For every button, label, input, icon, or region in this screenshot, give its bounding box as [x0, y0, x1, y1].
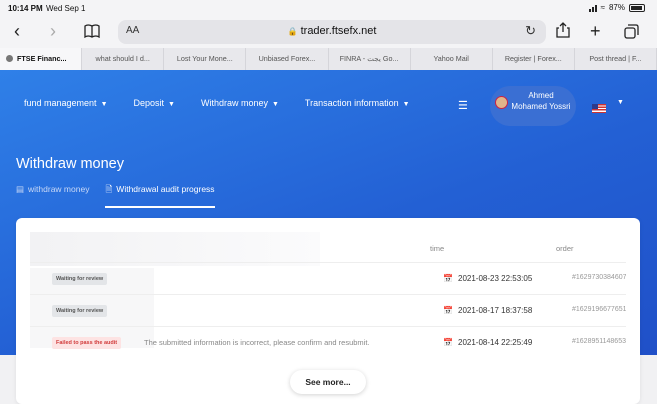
browser-toolbar: ‹ › AA 🔒 trader.ftsefx.net ↻ + [0, 16, 657, 48]
row-time: 2021-08-17 18:37:58 [458, 306, 533, 315]
browser-tab[interactable]: Yahoo Mail [411, 48, 493, 70]
calendar-icon: 📅 [443, 338, 453, 347]
address-bar[interactable]: AA 🔒 trader.ftsefx.net ↻ [118, 20, 546, 44]
calendar-icon: 📅 [443, 306, 453, 315]
page-title: Withdraw money [16, 156, 124, 172]
status-time: 10:14 PM [8, 4, 43, 13]
user-menu[interactable]: Ahmed Mohamed Yossri [490, 86, 576, 126]
browser-tab[interactable]: Lost Your Mone... [164, 48, 247, 70]
main-nav: fund management ▼ Deposit ▼ Withdraw money… [24, 98, 436, 108]
status-badge: Waiting for review [52, 273, 108, 285]
menu-icon[interactable]: ☰ [458, 99, 468, 112]
nav-fund-management[interactable]: fund management ▼ [24, 98, 108, 108]
row-time: 2021-08-14 22:25:49 [458, 338, 533, 347]
status-indicators: ≈ 87% [588, 3, 645, 12]
nav-withdraw-money[interactable]: Withdraw money ▼ [201, 98, 279, 108]
calendar-icon: 📅 [443, 274, 453, 283]
user-name: Ahmed Mohamed Yossri [511, 91, 571, 111]
subtabs: ▤ withdraw money 🗎 Withdrawal audit progre… [16, 184, 231, 208]
row-order: #16289511486533 [572, 338, 626, 345]
browser-tab[interactable]: Register | Forex... [493, 48, 575, 70]
status-bar: 10:14 PM Wed Sep 1 ≈ 87% [0, 0, 657, 16]
back-icon[interactable]: ‹ [14, 20, 20, 42]
chevron-down-icon: ▼ [271, 101, 279, 108]
reload-icon[interactable]: ↻ [525, 23, 536, 39]
document-icon: 🗎 [105, 184, 113, 194]
url-text: 🔒 trader.ftsefx.net [118, 25, 546, 37]
see-more-button[interactable]: See more... [290, 370, 366, 394]
column-header-order: order [556, 244, 574, 253]
nav-transaction-information[interactable]: Transaction information ▼ [305, 98, 410, 108]
nav-deposit[interactable]: Deposit ▼ [134, 98, 175, 108]
browser-tab[interactable]: Post thread | F... [575, 48, 657, 70]
tabs-icon[interactable] [624, 22, 639, 44]
bookmarks-icon[interactable] [84, 21, 100, 43]
table-row[interactable]: Failed to pass the audit The submitted i… [30, 326, 626, 358]
url-label: trader.ftsefx.net [300, 25, 377, 37]
tab-withdrawal-audit-progress[interactable]: 🗎 Withdrawal audit progress [105, 184, 215, 208]
battery-icon [629, 3, 645, 12]
status-badge: Failed to pass the audit [52, 337, 122, 349]
new-tab-icon[interactable]: + [590, 20, 601, 42]
browser-tab[interactable]: what should I d... [82, 48, 165, 70]
forward-icon[interactable]: › [50, 20, 56, 42]
browser-tab[interactable]: FINRA - يجت Go... [329, 48, 411, 70]
table-row[interactable]: Waiting for review 📅 2021-08-17 18:37:58… [30, 294, 626, 326]
row-order: #16291966776517 [572, 306, 626, 313]
cellular-signal-icon [588, 4, 597, 12]
chevron-down-icon: ▼ [168, 101, 175, 108]
tab-withdraw-money[interactable]: ▤ withdraw money [16, 184, 89, 208]
status-date: Wed Sep 1 [46, 4, 86, 13]
withdrawal-records-card: time order Waiting for review 📅 2021-08-… [16, 218, 640, 404]
wifi-icon: ≈ [600, 3, 605, 12]
browser-tab[interactable]: Unbiased Forex... [246, 48, 329, 70]
row-time: 2021-08-23 22:53:05 [458, 274, 533, 283]
chevron-down-icon[interactable]: ▼ [617, 99, 624, 106]
browser-tab[interactable]: FTSE Financ... [0, 48, 83, 70]
lock-icon: 🔒 [287, 27, 298, 36]
status-badge: Waiting for review [52, 305, 108, 317]
us-flag-icon[interactable] [592, 104, 606, 113]
share-icon[interactable] [556, 21, 570, 43]
avatar [495, 96, 508, 109]
table-row[interactable]: Waiting for review 📅 2021-08-23 22:53:05… [30, 262, 626, 294]
redacted-area [30, 232, 320, 266]
card-icon: ▤ [16, 184, 25, 194]
row-order: #16297303846074 [572, 274, 626, 281]
column-header-time: time [430, 244, 445, 253]
chevron-down-icon: ▼ [100, 101, 108, 108]
failure-reason: The submitted information is incorrect, … [144, 338, 370, 347]
favicon-icon [6, 55, 13, 62]
tab-strip: FTSE Financ... what should I d... Lost Y… [0, 48, 657, 70]
chevron-down-icon: ▼ [402, 101, 410, 108]
battery-percent: 87% [608, 3, 625, 12]
